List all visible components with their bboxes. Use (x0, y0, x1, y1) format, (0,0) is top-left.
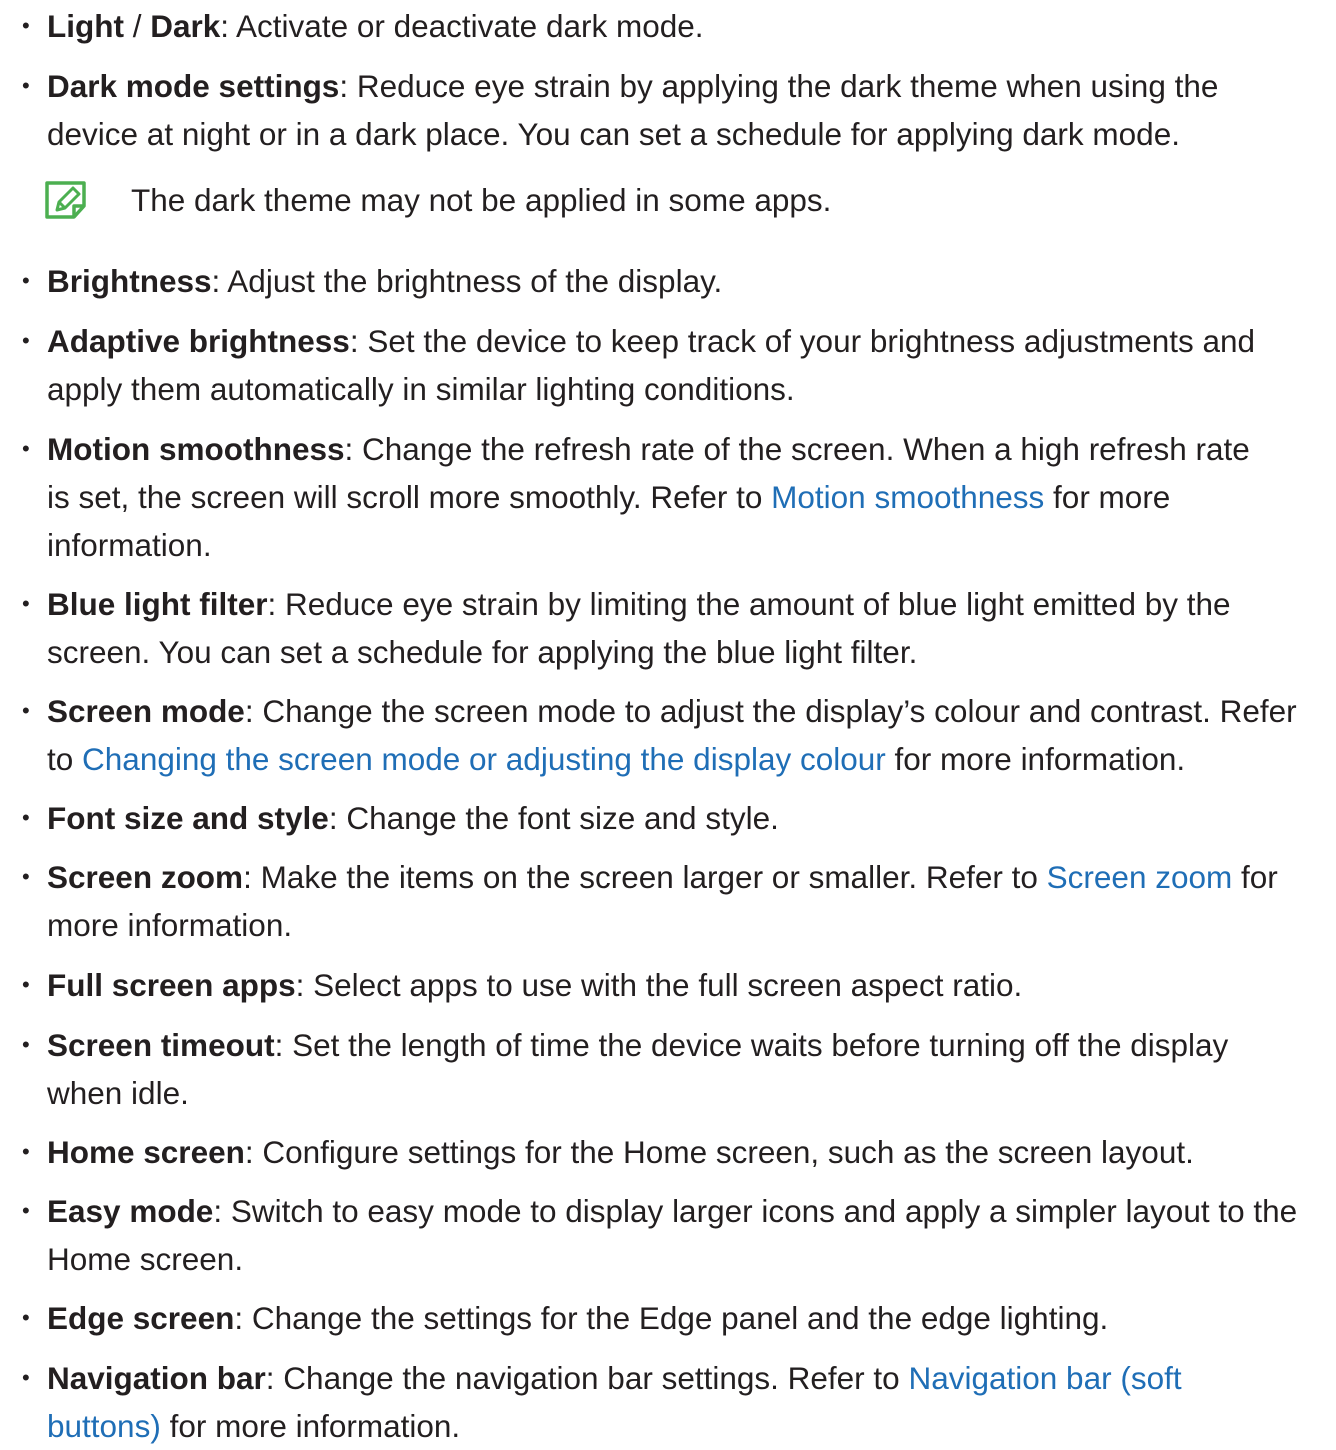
description-line-2: is set, the screen will scroll more smoo… (47, 479, 772, 515)
bullet: • (22, 698, 30, 723)
description-line-2: apply them automatically in similar ligh… (47, 371, 795, 407)
term: Screen mode (47, 693, 245, 729)
description-line-2: to (47, 741, 83, 777)
bullet: • (22, 591, 30, 616)
description-line-2-end: for more information. (885, 741, 1186, 777)
bullet: • (22, 1365, 30, 1390)
description-line-2: device at night or in a dark place. You … (47, 116, 1180, 152)
link-motion-smoothness[interactable]: Motion smoothness (771, 479, 1044, 515)
description-line-1: : Switch to easy mode to display larger … (213, 1193, 1298, 1229)
bullet: • (22, 864, 30, 889)
link-screen-zoom[interactable]: Screen zoom (1047, 859, 1233, 895)
description-line-2: Home screen. (47, 1241, 244, 1277)
separator: / (123, 8, 151, 44)
term: Screen zoom (47, 859, 244, 895)
description-line-3: information. (47, 527, 212, 563)
bullet: • (22, 73, 30, 98)
description-line-1: : Set the length of time the device wait… (274, 1027, 1229, 1063)
bullet: • (22, 1198, 30, 1223)
description-line-1: : Change the screen mode to adjust the d… (244, 693, 1297, 729)
term: Screen timeout (47, 1027, 275, 1063)
term: Easy mode (47, 1193, 214, 1229)
description-line-1: : Make the items on the screen larger or… (243, 859, 1047, 895)
description: : Configure settings for the Home screen… (244, 1134, 1194, 1170)
term: Adaptive brightness (47, 323, 350, 359)
description-line-1: : Reduce eye strain by applying the dark… (339, 68, 1219, 104)
term: Motion smoothness (47, 431, 345, 467)
bullet: • (22, 328, 30, 353)
description-line-1: : Change the refresh rate of the screen.… (344, 431, 1250, 467)
term: Brightness (47, 263, 212, 299)
term: Dark mode settings (47, 68, 340, 104)
bullet: • (22, 1032, 30, 1057)
term: Full screen apps (47, 967, 296, 1003)
description-line-1: : Change the navigation bar settings. Re… (265, 1360, 909, 1396)
note-text: The dark theme may not be applied in som… (131, 182, 832, 218)
bullet: • (22, 1139, 30, 1164)
term-dark: Dark (150, 8, 221, 44)
bullet: • (22, 805, 30, 830)
term: Blue light filter (47, 586, 268, 622)
note-pencil-icon (45, 181, 86, 219)
description-line-1-end: for (1232, 859, 1278, 895)
description: : Change the font size and style. (328, 800, 779, 836)
term-light: Light (47, 8, 124, 44)
link-changing-screen-mode[interactable]: Changing the screen mode or adjusting th… (82, 741, 886, 777)
term: Navigation bar (47, 1360, 266, 1396)
description-line-1: : Set the device to keep track of your b… (349, 323, 1256, 359)
description: : Activate or deactivate dark mode. (220, 8, 704, 44)
description-line-1: : Reduce eye strain by limiting the amou… (267, 586, 1231, 622)
bullet: • (22, 436, 30, 461)
bullet: • (22, 1305, 30, 1330)
bullet: • (22, 972, 30, 997)
term: Home screen (47, 1134, 245, 1170)
bullet: • (22, 268, 30, 293)
description-line-2: more information. (47, 907, 293, 943)
description-line-2: screen. You can set a schedule for apply… (47, 634, 918, 670)
bullet: • (22, 13, 30, 38)
description: : Select apps to use with the full scree… (295, 967, 1023, 1003)
link-navigation-bar[interactable]: Navigation bar (soft (908, 1360, 1181, 1396)
term: Font size and style (47, 800, 329, 836)
description-line-2: when idle. (47, 1075, 189, 1111)
description: : Adjust the brightness of the display. (211, 263, 723, 299)
description: : Change the settings for the Edge panel… (234, 1300, 1109, 1336)
description-line-2-end: for more (1044, 479, 1171, 515)
term: Edge screen (47, 1300, 235, 1336)
